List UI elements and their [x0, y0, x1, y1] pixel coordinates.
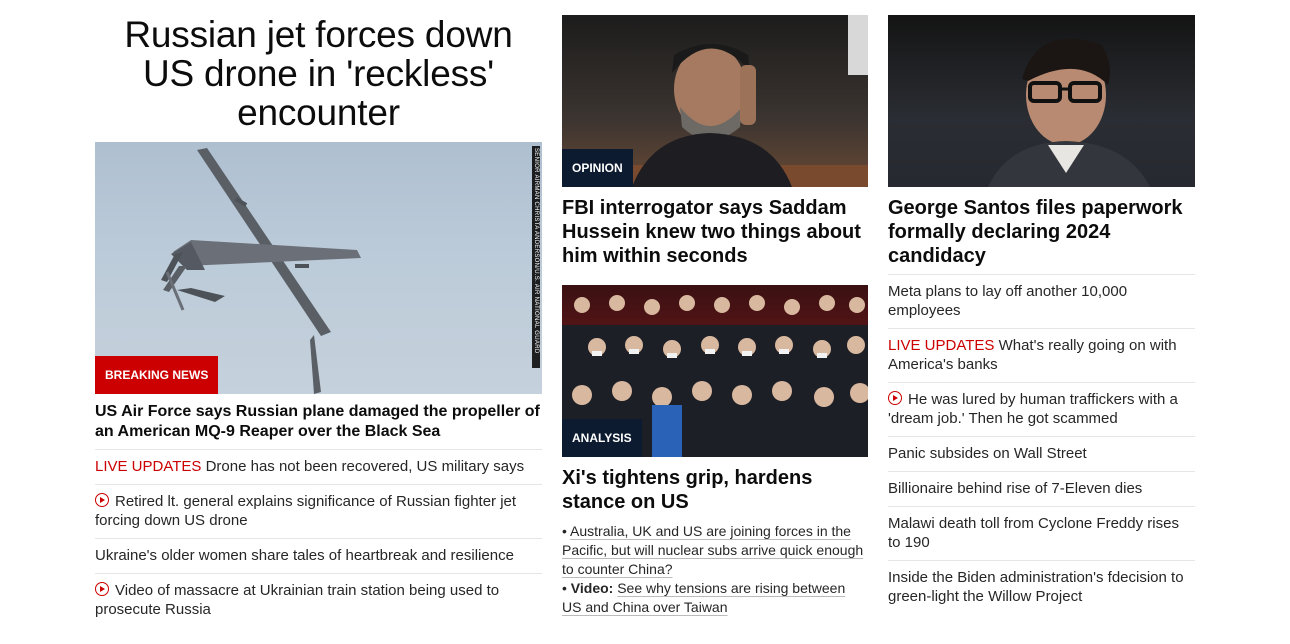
breaking-news-label: BREAKING NEWS [95, 356, 219, 394]
live-updates-tag: LIVE UPDATES [888, 337, 995, 354]
list-item[interactable]: Billionaire behind rise of 7-Eleven dies [888, 471, 1195, 506]
list-item-text: He was lured by human traffickers with a… [888, 391, 1178, 427]
list-item-text: Video of massacre at Ukrainian train sta… [95, 582, 500, 618]
list-item-text: Panic subsides on Wall Street [888, 445, 1087, 462]
xi-bullets: • Australia, UK and US are joining force… [562, 520, 868, 617]
opinion-label: OPINION [562, 149, 633, 187]
play-icon [888, 391, 902, 405]
list-item[interactable]: LIVE UPDATES What's really going on with… [888, 328, 1195, 382]
list-item-text: Billionaire behind rise of 7-Eleven dies [888, 480, 1143, 497]
saddam-photo[interactable]: OPINION [562, 15, 868, 187]
santos-story-title[interactable]: George Santos files paperwork formally d… [888, 187, 1195, 274]
lead-headline[interactable]: Russian jet forces down US drone in 'rec… [95, 0, 542, 132]
bullet-item[interactable]: • Video: See why tensions are rising bet… [562, 579, 868, 617]
live-updates-tag: LIVE UPDATES [95, 458, 202, 475]
santos-photo[interactable] [888, 15, 1195, 187]
list-item[interactable]: Video of massacre at Ukrainian train sta… [95, 573, 542, 627]
bullet-link[interactable]: Australia, UK and US are joining forces … [562, 523, 863, 577]
list-item[interactable]: Ukraine's older women share tales of hea… [95, 538, 542, 573]
saddam-story-title[interactable]: FBI interrogator says Saddam Hussein kne… [562, 187, 868, 274]
list-item-text: Malawi death toll from Cyclone Freddy ri… [888, 515, 1179, 551]
play-icon [95, 582, 109, 596]
list-item-text: Ukraine's older women share tales of hea… [95, 547, 514, 564]
drone-photo[interactable]: SENIOR AIRMAN CHRISTA ANDERSON/U.S. AIR … [95, 142, 542, 394]
right-headline-list: Meta plans to lay off another 10,000 emp… [888, 274, 1195, 614]
list-item-text: Drone has not been recovered, US militar… [205, 458, 525, 475]
analysis-label: ANALYSIS [562, 419, 642, 457]
list-item[interactable]: Inside the Biden administration's fdecis… [888, 560, 1195, 614]
list-item-text: Inside the Biden administration's fdecis… [888, 569, 1184, 605]
play-icon [95, 493, 109, 507]
bullet-item[interactable]: • Australia, UK and US are joining force… [562, 522, 868, 579]
lead-related-list: LIVE UPDATES Drone has not been recovere… [95, 449, 542, 627]
portrait-illustration [988, 38, 1150, 187]
list-item-text: Meta plans to lay off another 10,000 emp… [888, 283, 1128, 319]
list-item-text: Retired lt. general explains significanc… [95, 493, 517, 529]
image-credit: SENIOR AIRMAN CHRISTA ANDERSON/U.S. AIR … [532, 146, 540, 368]
list-item[interactable]: Malawi death toll from Cyclone Freddy ri… [888, 506, 1195, 560]
middle-column: OPINION FBI interrogator says Saddam Hus… [562, 15, 868, 617]
list-item[interactable]: Panic subsides on Wall Street [888, 436, 1195, 471]
list-item[interactable]: Meta plans to lay off another 10,000 emp… [888, 274, 1195, 328]
list-item[interactable]: LIVE UPDATES Drone has not been recovere… [95, 449, 542, 484]
right-column: George Santos files paperwork formally d… [888, 15, 1195, 614]
lead-story-title[interactable]: US Air Force says Russian plane damaged … [95, 394, 542, 449]
xi-photo[interactable]: ANALYSIS [562, 285, 868, 457]
xi-story-title[interactable]: Xi's tightens grip, hardens stance on US [562, 457, 868, 520]
list-item[interactable]: Retired lt. general explains significanc… [95, 484, 542, 538]
video-prefix: Video: [570, 580, 614, 596]
lead-column: Russian jet forces down US drone in 'rec… [95, 0, 542, 627]
list-item[interactable]: He was lured by human traffickers with a… [888, 382, 1195, 436]
